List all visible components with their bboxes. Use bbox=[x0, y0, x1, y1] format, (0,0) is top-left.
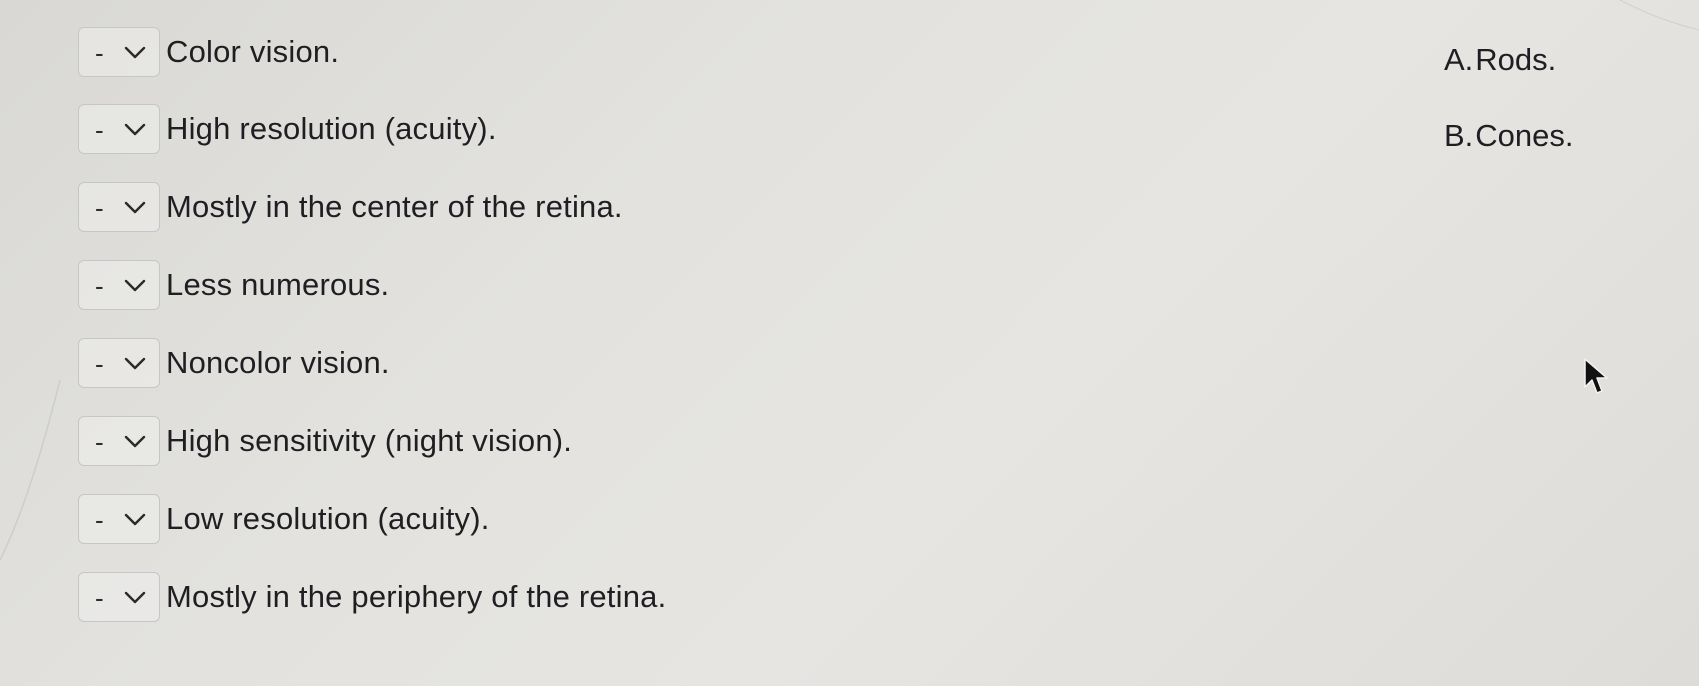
dropdown-selected-value: - bbox=[95, 115, 104, 145]
answer-dropdown[interactable]: - bbox=[78, 27, 160, 77]
answer-dropdown[interactable]: - bbox=[78, 494, 160, 544]
question-text: High sensitivity (night vision). bbox=[166, 423, 573, 458]
dropdown-selected-value: - bbox=[95, 349, 104, 379]
answer-dropdown[interactable]: - bbox=[78, 104, 160, 154]
chevron-down-icon bbox=[124, 591, 146, 604]
chevron-down-icon bbox=[124, 357, 146, 370]
chevron-down-icon bbox=[124, 435, 146, 448]
answer-dropdown[interactable]: - bbox=[78, 416, 160, 466]
matching-question-page: - Color vision. - High resolution (acuit… bbox=[0, 0, 1699, 686]
mouse-pointer-icon bbox=[1584, 358, 1608, 394]
dropdown-selected-value: - bbox=[95, 38, 104, 68]
question-row: - Noncolor vision. bbox=[78, 324, 978, 402]
answer-letter: B. bbox=[1444, 118, 1474, 153]
answer-letter: A. bbox=[1444, 42, 1474, 77]
question-text: Mostly in the center of the retina. bbox=[166, 189, 623, 224]
answer-dropdown[interactable]: - bbox=[78, 572, 160, 622]
answer-dropdown[interactable]: - bbox=[78, 338, 160, 388]
question-row: - Less numerous. bbox=[78, 246, 978, 324]
answer-dropdown[interactable]: - bbox=[78, 182, 160, 232]
chevron-down-icon bbox=[124, 279, 146, 292]
question-row: - High sensitivity (night vision). bbox=[78, 402, 978, 480]
question-row: - High resolution (acuity). bbox=[78, 90, 978, 168]
dropdown-selected-value: - bbox=[95, 505, 104, 535]
question-text: High resolution (acuity). bbox=[166, 111, 497, 146]
answer-options: A. Rods. B. Cones. bbox=[1444, 22, 1664, 174]
question-text: Color vision. bbox=[166, 34, 340, 69]
chevron-down-icon bbox=[124, 201, 146, 214]
dropdown-selected-value: - bbox=[95, 427, 104, 457]
question-text: Noncolor vision. bbox=[166, 345, 390, 380]
dropdown-selected-value: - bbox=[95, 271, 104, 301]
answer-text: Rods. bbox=[1475, 42, 1557, 77]
answer-dropdown[interactable]: - bbox=[78, 260, 160, 310]
answer-text: Cones. bbox=[1475, 118, 1574, 153]
chevron-down-icon bbox=[124, 123, 146, 136]
question-list: - Color vision. - High resolution (acuit… bbox=[78, 14, 978, 636]
question-row: - Low resolution (acuity). bbox=[78, 480, 978, 558]
question-text: Mostly in the periphery of the retina. bbox=[166, 579, 667, 614]
chevron-down-icon bbox=[124, 513, 146, 526]
answer-option: B. Cones. bbox=[1444, 98, 1664, 174]
question-row: - Mostly in the periphery of the retina. bbox=[78, 558, 978, 636]
dropdown-selected-value: - bbox=[95, 583, 104, 613]
chevron-down-icon bbox=[124, 46, 146, 59]
question-row: - Mostly in the center of the retina. bbox=[78, 168, 978, 246]
dropdown-selected-value: - bbox=[95, 193, 104, 223]
question-text: Less numerous. bbox=[166, 267, 390, 302]
answer-option: A. Rods. bbox=[1444, 22, 1664, 98]
question-text: Low resolution (acuity). bbox=[166, 501, 490, 536]
question-row: - Color vision. bbox=[78, 14, 978, 90]
